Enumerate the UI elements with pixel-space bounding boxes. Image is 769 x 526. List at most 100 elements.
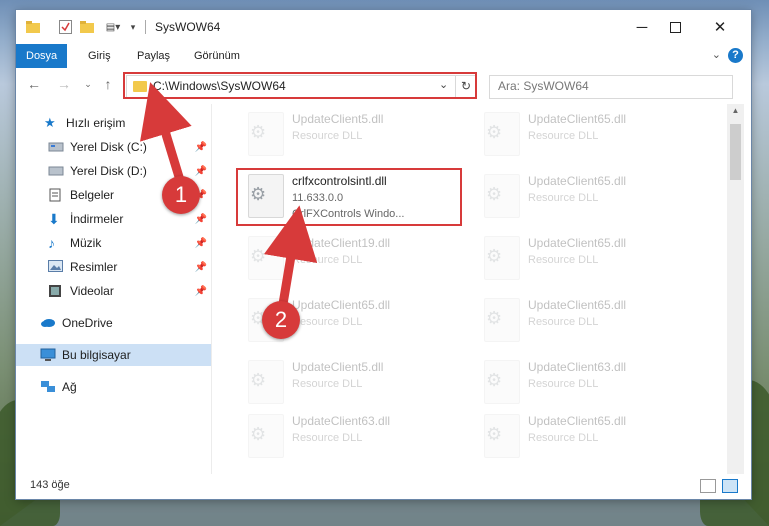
file-type: Resource DLL bbox=[528, 378, 599, 390]
cloud-icon bbox=[40, 316, 56, 330]
gear-icon: ⚙ bbox=[486, 370, 503, 390]
file-item[interactable]: ⚙ UpdateClient19.dll Resource DLL bbox=[240, 230, 465, 284]
file-highlight-box bbox=[236, 168, 462, 226]
pin-icon[interactable]: 📌 bbox=[195, 262, 207, 273]
gear-icon: ⚙ bbox=[250, 246, 267, 266]
file-item[interactable]: ⚙ UpdateClient63.dll Resource DLL bbox=[240, 408, 465, 462]
scroll-up-icon[interactable]: ▲ bbox=[727, 106, 744, 115]
navigation-bar: ← → ⌄ ↑ C:\Windows\SysWOW64 ⌄ ↻ Ara: Sys… bbox=[16, 68, 751, 102]
folder-icon bbox=[26, 18, 40, 36]
gear-icon: ⚙ bbox=[250, 424, 267, 444]
sidebar-item-network[interactable]: Ağ bbox=[16, 376, 211, 398]
file-item[interactable]: ⚙ UpdateClient65.dll Resource DLL bbox=[476, 408, 701, 462]
details-view-icon[interactable] bbox=[700, 479, 716, 493]
maximize-button[interactable] bbox=[661, 16, 689, 38]
file-type: Resource DLL bbox=[528, 432, 599, 444]
file-item[interactable]: ⚙ UpdateClient65.dll Resource DLL bbox=[476, 292, 701, 346]
item-count: 143 öğe bbox=[30, 479, 70, 491]
pin-icon[interactable]: 📌 bbox=[195, 238, 207, 249]
close-button[interactable]: ✕ bbox=[706, 16, 734, 38]
sidebar-item-this-pc[interactable]: Bu bilgisayar bbox=[16, 344, 211, 366]
sidebar-item-quick-access[interactable]: ★ Hızlı erişim bbox=[16, 112, 211, 134]
gear-icon: ⚙ bbox=[250, 370, 267, 390]
pin-icon[interactable]: 📌 bbox=[195, 166, 207, 177]
file-name: UpdateClient65.dll bbox=[292, 298, 391, 312]
drive-icon bbox=[48, 164, 64, 178]
back-icon[interactable]: ← bbox=[24, 76, 44, 92]
tab-share[interactable]: Paylaş bbox=[137, 44, 170, 68]
vertical-scrollbar[interactable]: ▲ bbox=[727, 104, 744, 474]
download-icon: ⬇ bbox=[48, 211, 60, 227]
tab-home[interactable]: Giriş bbox=[88, 44, 111, 68]
search-input[interactable]: Ara: SysWOW64 bbox=[498, 79, 589, 93]
gear-icon: ⚙ bbox=[486, 424, 503, 444]
forward-icon[interactable]: → bbox=[54, 76, 74, 92]
search-box[interactable]: Ara: SysWOW64 bbox=[489, 75, 733, 99]
sidebar-item-label: Videolar bbox=[70, 284, 114, 298]
sidebar-item-label: Müzik bbox=[70, 236, 102, 250]
pictures-icon bbox=[48, 260, 64, 274]
help-icon[interactable]: ? bbox=[728, 48, 743, 63]
tab-file[interactable]: Dosya bbox=[16, 44, 68, 68]
gear-icon: ⚙ bbox=[486, 184, 503, 204]
file-item[interactable]: ⚙ UpdateClient63.dll Resource DLL bbox=[476, 354, 701, 408]
file-name: UpdateClient65.dll bbox=[528, 414, 627, 428]
file-type: Resource DLL bbox=[292, 378, 363, 390]
dropdown-arrow-icon[interactable]: ▾ bbox=[128, 18, 138, 36]
pin-icon[interactable]: 📌 bbox=[195, 142, 207, 153]
address-highlight-box bbox=[123, 72, 477, 99]
sidebar-item-label: Bu bilgisayar bbox=[62, 348, 131, 362]
sidebar-item-label: OneDrive bbox=[62, 316, 113, 330]
pin-icon[interactable]: 📌 bbox=[195, 286, 207, 297]
file-name: UpdateClient65.dll bbox=[528, 174, 627, 188]
network-icon bbox=[40, 380, 56, 394]
sidebar-item-label: İndirmeler bbox=[70, 212, 124, 226]
file-type: Resource DLL bbox=[292, 254, 363, 266]
file-name: UpdateClient19.dll bbox=[292, 236, 391, 250]
file-type: Resource DLL bbox=[292, 432, 363, 444]
drive-icon bbox=[48, 140, 64, 154]
sidebar-item-onedrive[interactable]: OneDrive bbox=[16, 312, 211, 334]
large-icons-view-icon[interactable] bbox=[722, 479, 738, 493]
pin-icon[interactable]: 📌 bbox=[195, 214, 207, 225]
file-name: UpdateClient65.dll bbox=[528, 112, 627, 126]
file-item[interactable]: ⚙ UpdateClient65.dll Resource DLL bbox=[476, 230, 701, 284]
file-item[interactable]: ⚙ UpdateClient65.dll Resource DLL bbox=[476, 106, 701, 160]
star-icon: ★ bbox=[44, 115, 56, 130]
quick-access-customize-icon[interactable]: ▤▾ bbox=[100, 18, 126, 36]
file-type: Resource DLL bbox=[292, 316, 363, 328]
tab-view[interactable]: Görünüm bbox=[194, 44, 240, 68]
up-icon[interactable]: ↑ bbox=[98, 76, 118, 92]
ribbon-tabs: Dosya Giriş Paylaş Görünüm ⌄ ? bbox=[16, 44, 751, 69]
file-name: UpdateClient63.dll bbox=[292, 414, 391, 428]
file-type: Resource DLL bbox=[292, 130, 363, 142]
new-folder-icon[interactable] bbox=[80, 18, 94, 36]
navigation-pane: ★ Hızlı erişim Yerel Disk (C:) 📌 Yerel D… bbox=[16, 104, 211, 474]
file-type: Resource DLL bbox=[528, 130, 599, 142]
sidebar-item-label: Resimler bbox=[70, 260, 118, 274]
sidebar-item-label: Belgeler bbox=[70, 188, 115, 202]
sidebar-item-music[interactable]: ♪ Müzik 📌 bbox=[16, 232, 211, 254]
sidebar-item-pictures[interactable]: Resimler 📌 bbox=[16, 256, 211, 278]
minimize-button[interactable]: ─ bbox=[628, 16, 656, 38]
recent-locations-icon[interactable]: ⌄ bbox=[78, 79, 98, 90]
music-icon: ♪ bbox=[48, 235, 55, 251]
properties-icon[interactable] bbox=[58, 18, 72, 36]
expand-ribbon-icon[interactable]: ⌄ bbox=[712, 48, 721, 61]
step-badge-2: 2 bbox=[262, 301, 300, 339]
sidebar-item-drive-c[interactable]: Yerel Disk (C:) 📌 bbox=[16, 136, 211, 158]
title-separator bbox=[145, 20, 146, 34]
file-item[interactable]: ⚙ UpdateClient65.dll Resource DLL bbox=[476, 168, 701, 222]
gear-icon: ⚙ bbox=[486, 122, 503, 142]
scroll-thumb[interactable] bbox=[730, 124, 741, 180]
step-badge-1: 1 bbox=[162, 176, 200, 214]
videos-icon bbox=[48, 284, 64, 298]
file-item[interactable]: ⚙ UpdateClient5.dll Resource DLL bbox=[240, 354, 465, 408]
sidebar-item-label: Ağ bbox=[62, 380, 77, 394]
file-item[interactable]: ⚙ UpdateClient5.dll Resource DLL bbox=[240, 106, 465, 160]
gear-icon: ⚙ bbox=[486, 246, 503, 266]
file-name: UpdateClient63.dll bbox=[528, 360, 627, 374]
window-title: SysWOW64 bbox=[155, 20, 221, 34]
sidebar-item-videos[interactable]: Videolar 📌 bbox=[16, 280, 211, 302]
status-bar: 143 öğe bbox=[16, 474, 751, 499]
